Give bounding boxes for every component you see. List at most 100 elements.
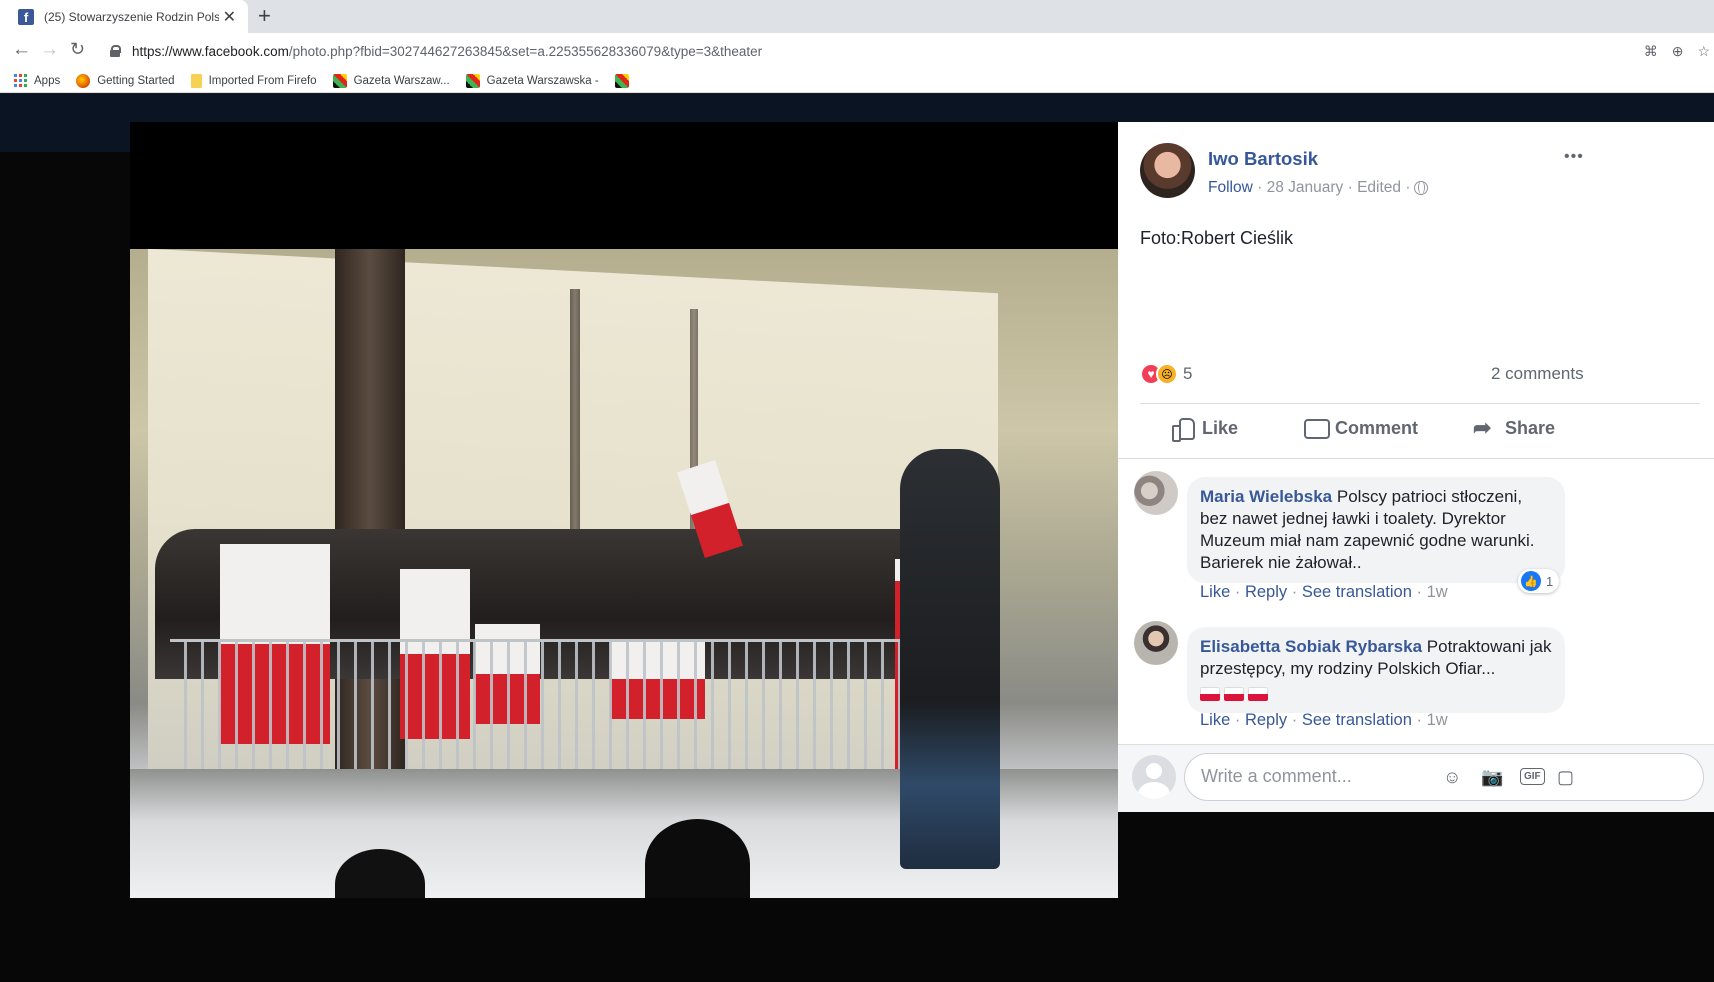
omnibox-actions: ⌘ ⊕ ☆	[1644, 37, 1710, 65]
bookmark-label: Apps	[34, 74, 61, 87]
bookmark-star-icon[interactable]: ☆	[1697, 43, 1710, 60]
comment-like-count[interactable]: 👍 1	[1518, 569, 1560, 593]
url-host: https://www.facebook.com	[132, 43, 289, 59]
comment-actions: Like · Reply · See translation · 1w	[1200, 711, 1448, 729]
share-label: Share	[1505, 417, 1556, 438]
photo-theater	[130, 122, 1118, 898]
poland-flag-icon	[1200, 686, 1220, 701]
photo-standing-person	[900, 449, 1000, 869]
see-translation-link[interactable]: See translation	[1302, 711, 1412, 729]
new-tab-button[interactable]: +	[258, 3, 271, 29]
meta-separator: ·	[1252, 179, 1267, 196]
lock-icon	[110, 45, 121, 57]
zoom-icon[interactable]: ⊕	[1672, 43, 1684, 60]
gif-icon[interactable]: GIF	[1520, 768, 1545, 785]
comment-reply-link[interactable]: Reply	[1245, 583, 1287, 601]
bookmark-getting-started[interactable]: Getting Started	[76, 73, 175, 88]
bookmark-gazeta-1[interactable]: Gazeta Warszaw...	[332, 73, 450, 88]
thumbs-up-icon: 👍	[1521, 571, 1541, 591]
author-avatar[interactable]	[1140, 143, 1195, 198]
bookmark-label: Getting Started	[97, 74, 175, 87]
reload-icon[interactable]: ↻	[70, 39, 85, 60]
poland-flag-icon	[1224, 686, 1244, 701]
post-date[interactable]: 28 January	[1267, 179, 1344, 197]
public-globe-icon[interactable]	[1414, 181, 1429, 195]
facebook-favicon-icon: f	[18, 8, 34, 25]
post-sidebar: Iwo Bartosik ••• Follow · 28 January · E…	[1118, 122, 1714, 812]
gazeta-icon	[614, 73, 629, 88]
gazeta-icon	[465, 73, 480, 88]
comment-bubble: Maria Wielebska Polscy patrioci stłoczen…	[1187, 477, 1565, 583]
bookmark-gazeta-2[interactable]: Gazeta Warszawska -	[465, 73, 599, 88]
tab-title: (25) Stowarzyszenie Rodzin Polsk	[44, 9, 219, 24]
commenter-avatar[interactable]	[1134, 471, 1178, 515]
emoji-icon[interactable]: ☺	[1443, 767, 1461, 788]
thumbs-up-icon	[1170, 416, 1195, 442]
bookmark-apps[interactable]: Apps	[14, 74, 60, 87]
author-name[interactable]: Iwo Bartosik	[1208, 148, 1318, 170]
comment-like-link[interactable]: Like	[1200, 583, 1230, 601]
post-meta: Follow · 28 January · Edited ·	[1208, 179, 1429, 197]
comments-list: Maria Wielebska Polscy patrioci stłoczen…	[1118, 458, 1714, 744]
reactions-count: 5	[1183, 364, 1193, 383]
comment-author[interactable]: Elisabetta Sobiak Rybarska	[1200, 637, 1422, 656]
comment-label: Comment	[1335, 417, 1419, 438]
comment-composer: ☺ 📷 GIF ▢	[1118, 744, 1714, 812]
see-translation-link[interactable]: See translation	[1302, 583, 1412, 601]
comment-like-number: 1	[1546, 573, 1554, 589]
follow-button[interactable]: Follow	[1208, 179, 1253, 197]
comment-actions: Like · Reply · See translation · 1w	[1200, 583, 1448, 601]
comment-time[interactable]: 1w	[1427, 583, 1448, 601]
reactions-summary[interactable]: ♥ ☹ 5	[1140, 363, 1192, 385]
meta-separator: ·	[1343, 179, 1358, 196]
post-photo[interactable]	[130, 249, 1118, 898]
bookmark-label: Gazeta Warszawska -	[486, 74, 599, 87]
sad-reaction-icon: ☹	[1156, 363, 1178, 385]
commenter-avatar[interactable]	[1134, 621, 1178, 665]
comment-bubble: Elisabetta Sobiak Rybarska Potraktowani …	[1187, 627, 1565, 713]
comments-count-link[interactable]: 2 comments	[1491, 364, 1584, 384]
bookmark-label: Imported From Firefo	[208, 74, 317, 87]
sticker-icon[interactable]: ▢	[1557, 767, 1574, 788]
close-tab-icon[interactable]: ✕	[223, 7, 236, 27]
more-options-icon[interactable]: •••	[1564, 148, 1584, 166]
like-button[interactable]: Like	[1170, 416, 1239, 442]
photo-barrier-fence	[170, 639, 950, 779]
post-actions: Like Comment ➦ Share	[1140, 404, 1700, 456]
apps-grid-icon	[14, 74, 27, 87]
meta-separator: ·	[1401, 179, 1411, 196]
url-path: /photo.php?fbid=302744627263845&set=a.22…	[288, 43, 763, 59]
bookmark-label: Gazeta Warszaw...	[353, 74, 450, 87]
speech-bubble-icon	[1303, 416, 1330, 440]
browser-toolbar: ← → ↻ https://www.facebook.com/photo.php…	[0, 33, 1714, 69]
bookmarks-bar: Apps Getting Started Imported From Firef…	[0, 69, 1714, 93]
share-arrow-icon: ➦	[1473, 415, 1492, 440]
poland-flag-icon	[1248, 686, 1268, 701]
comment-reply-link[interactable]: Reply	[1245, 711, 1287, 729]
url-text: https://www.facebook.com/photo.php?fbid=…	[132, 44, 762, 59]
camera-icon[interactable]: 📷	[1481, 767, 1503, 788]
comment-button[interactable]: Comment	[1303, 416, 1418, 440]
comment-input[interactable]	[1201, 766, 1431, 787]
current-user-avatar	[1132, 755, 1176, 799]
address-bar[interactable]: https://www.facebook.com/photo.php?fbid=…	[110, 37, 1710, 65]
folder-icon	[190, 73, 202, 88]
edited-label[interactable]: Edited	[1357, 179, 1401, 197]
translate-icon[interactable]: ⌘	[1644, 43, 1658, 60]
browser-tab-strip: f (25) Stowarzyszenie Rodzin Polsk ✕ +	[0, 0, 1714, 33]
back-arrow-icon[interactable]: ←	[12, 39, 31, 61]
gazeta-icon	[332, 73, 347, 88]
browser-tab[interactable]: f (25) Stowarzyszenie Rodzin Polsk ✕	[0, 0, 248, 33]
post-text: Foto:Robert Cieślik	[1140, 228, 1294, 248]
bookmark-imported-folder[interactable]: Imported From Firefo	[190, 73, 317, 88]
comment-time[interactable]: 1w	[1427, 711, 1448, 729]
forward-arrow-icon[interactable]: →	[40, 39, 59, 61]
firefox-icon	[76, 73, 91, 88]
like-label: Like	[1202, 417, 1239, 438]
bookmark-gazeta-3[interactable]	[614, 73, 636, 88]
comment-author[interactable]: Maria Wielebska	[1200, 487, 1332, 506]
flag-emoji-row	[1200, 682, 1552, 704]
comment-like-link[interactable]: Like	[1200, 711, 1230, 729]
comment-box[interactable]: ☺ 📷 GIF ▢	[1184, 753, 1704, 801]
share-button[interactable]: ➦ Share	[1473, 416, 1555, 440]
